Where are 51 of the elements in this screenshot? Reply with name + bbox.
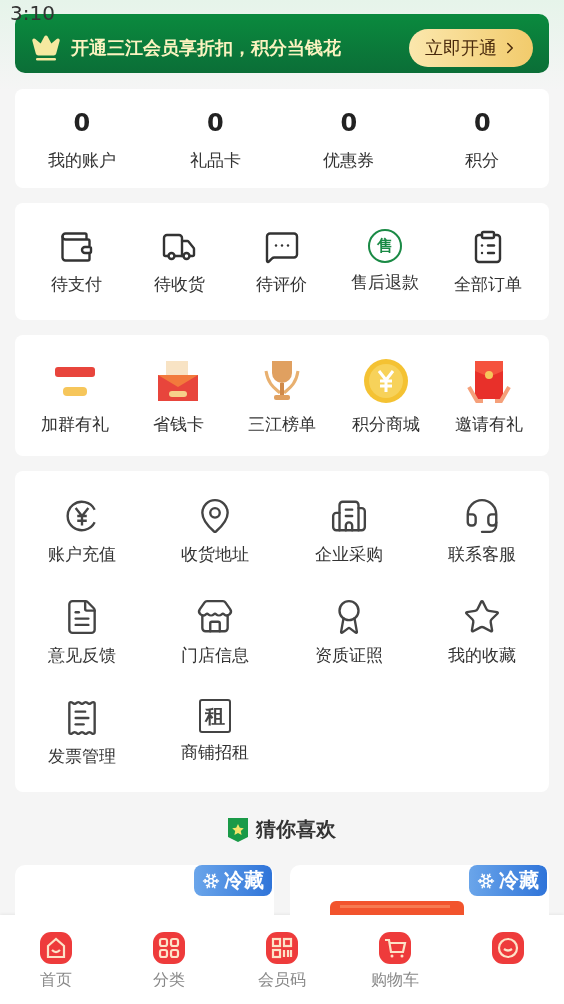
promo-label[interactable]: 积分商城 [351,413,420,437]
section-title: 猜你喜欢 [256,816,336,844]
stat-value: 0 [206,109,224,138]
banner-text: 开通三江会员享折扣，积分当钱花 [71,35,342,60]
snowflake-icon [202,871,220,890]
stat-label[interactable]: 优惠券 [323,149,375,173]
service-label[interactable]: 门店信息 [181,644,250,668]
chilled-badge: 冷藏 [469,865,547,897]
stat-value: 0 [73,109,91,138]
service-label[interactable]: 联系客服 [448,543,517,567]
open-vip-button[interactable]: 立即开通 [409,28,533,67]
order-label[interactable]: 售后退款 [350,271,419,295]
service-label[interactable]: 意见反馈 [47,644,116,668]
order-label[interactable]: 待支付 [50,273,102,297]
chilled-badge: 冷藏 [194,865,272,897]
product-card[interactable]: 冷藏 [15,865,274,915]
service-label[interactable]: 资质证照 [314,644,383,668]
coin-icon [361,357,410,406]
service-label[interactable]: 发票管理 [47,745,116,769]
product-card[interactable]: 冷藏 [290,865,549,915]
stat-label[interactable]: 我的账户 [47,149,116,173]
stat-value: 0 [473,109,491,138]
order-label[interactable]: 待评价 [256,273,308,297]
rent-icon: 租 [199,699,232,734]
service-label[interactable]: 账户充值 [47,543,116,567]
stat-value: 0 [340,109,358,138]
promo-label[interactable]: 省钱卡 [152,413,204,437]
stat-label[interactable]: 礼品卡 [189,149,241,173]
service-label[interactable]: 我的收藏 [448,644,517,668]
cart-icon [376,930,413,966]
category-grid-icon [151,930,188,966]
order-label[interactable]: 待收货 [153,273,205,297]
home-icon [38,930,75,966]
promo-label[interactable]: 加群有礼 [40,413,109,437]
tab-item[interactable]: 首页 [0,915,113,1004]
tab-item[interactable]: 分类 [112,915,226,1004]
order-label[interactable]: 全部订单 [453,273,522,297]
tab-item[interactable]: 购物车 [338,915,452,1004]
promo-label[interactable]: 三江榜单 [248,413,316,437]
service-label[interactable]: 商铺招租 [181,741,250,765]
star-badge-icon [228,817,248,842]
profile-icon [489,930,526,966]
qr-code-icon [264,930,300,966]
promo-label[interactable]: 邀请有礼 [455,413,524,437]
stat-label[interactable]: 积分 [465,149,500,173]
service-label[interactable]: 企业采购 [314,543,383,567]
snowflake-icon [477,871,495,890]
tab-item[interactable]: 会员码 [225,915,339,1004]
chat-icon [264,229,300,266]
service-label[interactable]: 收货地址 [181,543,250,567]
after-sale-icon: 售 [367,229,402,264]
